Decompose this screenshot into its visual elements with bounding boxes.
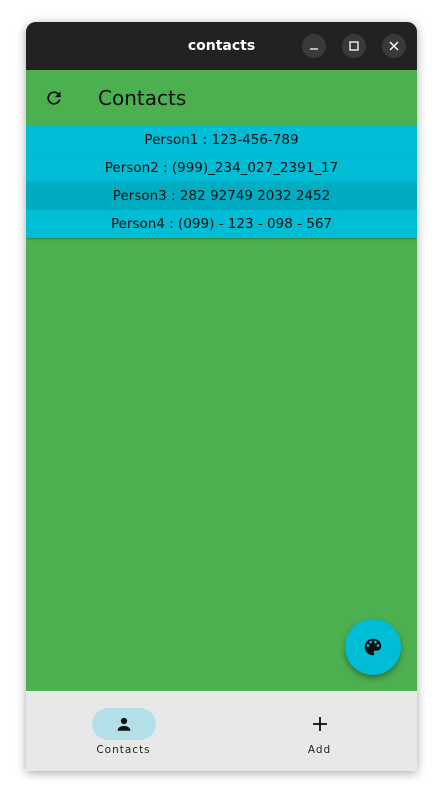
minimize-button[interactable]	[302, 34, 326, 58]
contact-row[interactable]: Person4 : (099) - 123 - 098 - 567	[26, 210, 417, 238]
bottom-navigation: Contacts Add	[26, 691, 417, 771]
contact-row[interactable]: Person1 : 123-456-789	[26, 126, 417, 154]
refresh-button[interactable]	[42, 86, 66, 110]
contacts-list: Person1 : 123-456-789 Person2 : (999)_23…	[26, 126, 417, 238]
contact-row[interactable]: Person2 : (999)_234_027_2391_17	[26, 154, 417, 182]
page-title: Contacts	[98, 86, 187, 110]
title-bar[interactable]: contacts	[26, 22, 417, 70]
contact-row[interactable]: Person3 : 282 92749 2032 2452	[26, 182, 417, 210]
maximize-button[interactable]	[342, 34, 366, 58]
nav-item-contacts[interactable]: Contacts	[26, 691, 221, 771]
palette-icon	[364, 638, 382, 656]
minimize-icon	[310, 48, 318, 50]
app-bar: Contacts	[26, 70, 417, 126]
refresh-icon	[47, 91, 61, 105]
nav-indicator	[92, 708, 156, 740]
nav-indicator	[288, 708, 352, 740]
plus-icon	[313, 717, 327, 731]
nav-label-add: Add	[307, 744, 332, 756]
close-button[interactable]	[382, 34, 406, 58]
nav-label-contacts: Contacts	[96, 744, 151, 756]
maximize-icon	[349, 41, 359, 51]
app-window: contacts Contacts Person1 : 123-456-789 …	[26, 22, 417, 771]
person-icon	[117, 717, 131, 731]
close-icon	[389, 41, 399, 51]
theme-fab-button[interactable]	[345, 619, 401, 675]
nav-item-add[interactable]: Add	[222, 691, 417, 771]
